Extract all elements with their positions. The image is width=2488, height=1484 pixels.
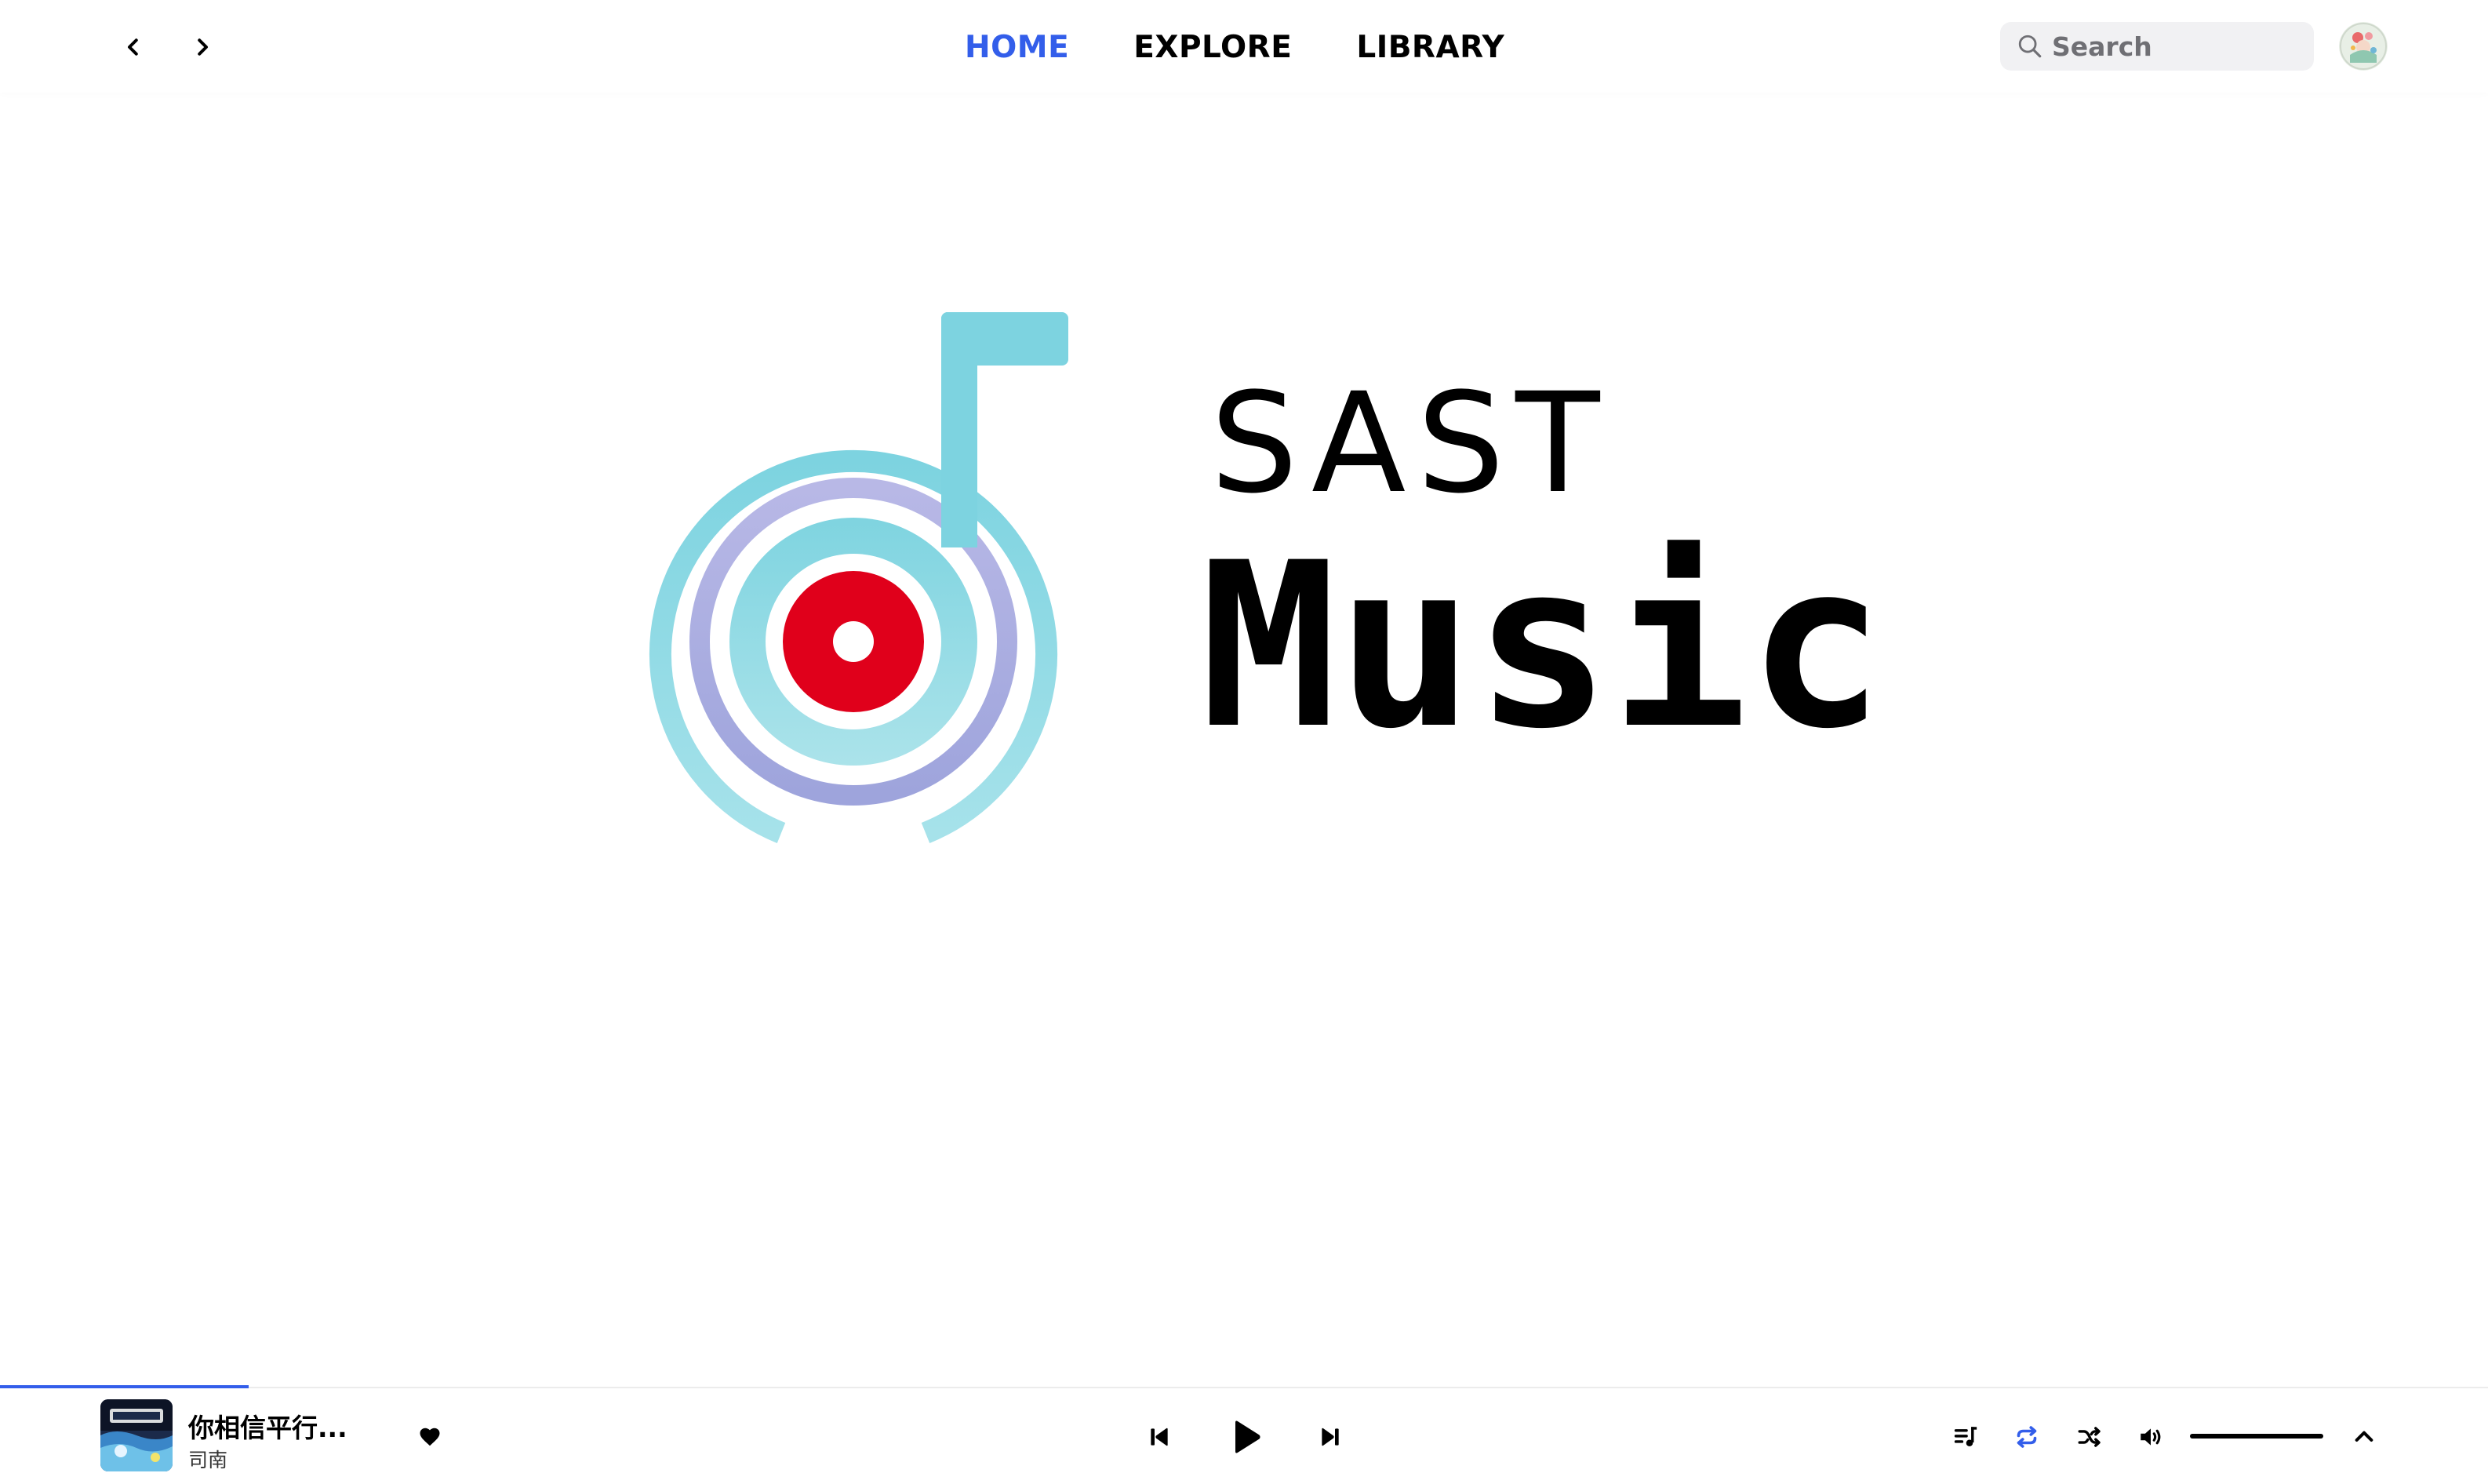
shuffle-icon: [2078, 1427, 2101, 1447]
app-window: HOME EXPLORE LIBRARY Search SAST Music 你…: [0, 0, 2488, 1484]
user-avatar[interactable]: [2339, 22, 2388, 71]
playback-progress-fill: [0, 1385, 249, 1388]
top-navbar: HOME EXPLORE LIBRARY: [0, 0, 2488, 93]
next-track-button[interactable]: [1310, 1417, 1351, 1457]
like-button[interactable]: [411, 1418, 449, 1456]
chevron-up-icon: [2355, 1431, 2373, 1442]
logo-subtitle: Music: [1200, 515, 1885, 779]
track-title[interactable]: 你相信平行...: [188, 1407, 347, 1445]
queue-button[interactable]: [1945, 1417, 1986, 1457]
previous-track-button[interactable]: [1139, 1417, 1180, 1457]
playback-progress-bar[interactable]: [0, 1385, 2488, 1388]
main-nav-tabs: HOME EXPLORE LIBRARY: [965, 24, 1504, 71]
chevron-left-icon: [128, 38, 138, 56]
forward-button[interactable]: [182, 27, 223, 67]
expand-lyrics-button[interactable]: [2344, 1417, 2384, 1457]
skip-previous-icon: [1151, 1428, 1168, 1446]
play-button[interactable]: [1217, 1409, 1274, 1465]
volume-fill: [2190, 1434, 2323, 1439]
album-cover-image: [100, 1399, 173, 1471]
volume-slider[interactable]: [2190, 1434, 2323, 1440]
player-bar: 你相信平行... 司南: [0, 1385, 2488, 1484]
play-icon: [1235, 1420, 1260, 1453]
volume-button[interactable]: [2130, 1417, 2171, 1457]
volume-icon: [2141, 1428, 2161, 1446]
shuffle-button[interactable]: [2069, 1417, 2110, 1457]
search-box[interactable]: [2000, 22, 2314, 71]
search-input[interactable]: [2052, 31, 2303, 62]
track-artist[interactable]: 司南: [188, 1445, 227, 1473]
tab-home[interactable]: HOME: [965, 30, 1069, 65]
logo-title: SAST: [1210, 363, 1611, 524]
repeat-icon: [2017, 1426, 2037, 1448]
avatar-image: [2339, 22, 2388, 71]
back-button[interactable]: [113, 27, 154, 67]
heart-icon: [420, 1428, 440, 1446]
tab-library[interactable]: LIBRARY: [1356, 30, 1504, 65]
playlist-icon: [1954, 1427, 1977, 1447]
music-note-record-logo: [649, 312, 1068, 843]
album-cover[interactable]: [100, 1399, 173, 1471]
tab-explore[interactable]: EXPLORE: [1133, 30, 1292, 65]
repeat-button[interactable]: [2006, 1417, 2047, 1457]
chevron-right-icon: [198, 38, 208, 56]
skip-next-icon: [1322, 1428, 1339, 1446]
search-icon: [2016, 32, 2044, 60]
